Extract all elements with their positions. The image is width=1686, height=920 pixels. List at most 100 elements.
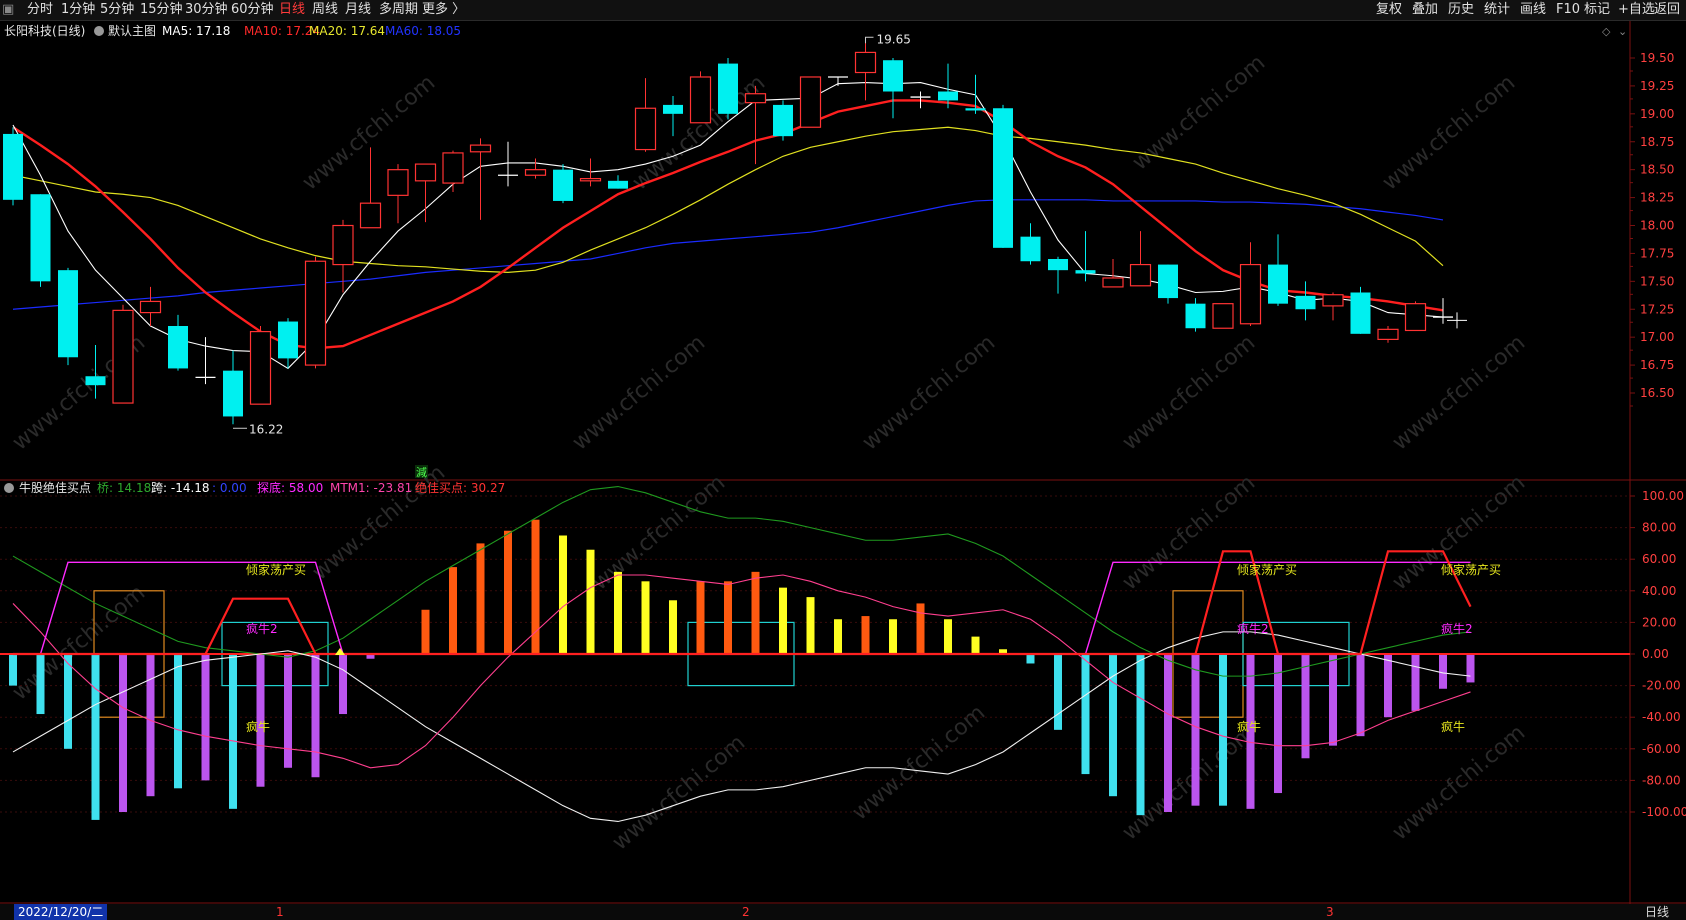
watermark-text: www.cfchi.com <box>1388 720 1530 845</box>
back-button[interactable]: 返回 <box>1654 0 1680 20</box>
indicator-bar <box>449 567 457 654</box>
watermark-text: www.cfchi.com <box>1378 70 1520 195</box>
candle-body-up <box>579 178 602 182</box>
top-toolbar: ▣ 分时 1分钟 5分钟 15分钟 30分钟 60分钟 日线 周线 月线 多周期… <box>0 0 1686 21</box>
price-tick-label: 18.75 <box>1640 135 1674 149</box>
indicator-bar <box>669 600 677 654</box>
period-tab-15min[interactable]: 15分钟 <box>140 0 183 20</box>
fuquan-button[interactable]: 复权 <box>1376 0 1402 20</box>
period-tab-1min[interactable]: 1分钟 <box>61 0 95 20</box>
period-tab-weekly[interactable]: 周线 <box>312 0 338 20</box>
price-tick-label: 17.00 <box>1640 330 1674 344</box>
indicator-bar <box>944 619 952 654</box>
watermark-text: www.cfchi.com <box>1128 50 1270 175</box>
annotation-fengniu-1: 疯牛 <box>246 719 270 734</box>
indicator-bar <box>9 654 17 686</box>
candle-body-up <box>689 76 712 124</box>
candlesticks <box>3 36 1467 429</box>
indicator-bar <box>421 609 430 654</box>
diamond-icon[interactable]: ◇ <box>1602 25 1611 38</box>
period-tab-monthly[interactable]: 月线 <box>345 0 371 20</box>
indicator-bar <box>1329 654 1337 746</box>
indicator-title[interactable]: 牛股绝佳买点 <box>19 480 91 495</box>
watermark-text: www.cfchi.com <box>308 460 450 585</box>
candle-body-up <box>139 300 162 314</box>
overlay-button[interactable]: 叠加 <box>1412 0 1438 20</box>
indicator-bar <box>916 603 925 654</box>
indicator-bar <box>1219 654 1227 806</box>
f10-button[interactable]: F10 <box>1556 0 1580 20</box>
candle-body-up <box>414 163 437 182</box>
annotation-fengniu2-2: 疯牛2 <box>1237 621 1269 636</box>
param-tandi: 探底: 58.00 <box>257 480 323 495</box>
sub-tick-label: 60.00 <box>1642 552 1676 566</box>
price-tick-label: 19.50 <box>1640 51 1674 65</box>
indicator-bar <box>1274 654 1282 794</box>
watermark-text: www.cfchi.com <box>568 330 710 455</box>
candle-body-up <box>1377 328 1399 341</box>
indicator-bar <box>861 616 870 654</box>
indicator-bar <box>971 636 980 654</box>
annotation-fengniu2-1: 疯牛2 <box>246 621 278 636</box>
candle-body-up <box>112 309 134 404</box>
month-mark-3: 3 <box>1326 905 1334 919</box>
annotation-fengniu-3: 疯牛 <box>1441 719 1465 734</box>
period-tab-daily[interactable]: 日线 <box>279 0 305 20</box>
period-label[interactable]: 日线 <box>1645 904 1669 920</box>
stock-title: 长阳科技(日线) <box>4 24 85 38</box>
ma60-line <box>12 199 1444 310</box>
indicator-bar <box>174 654 182 789</box>
period-tab-60min[interactable]: 60分钟 <box>231 0 274 20</box>
indicator-bar <box>36 654 45 715</box>
high-pointer <box>865 36 874 44</box>
candle-body-up <box>854 51 877 74</box>
sub-tick-label: 40.00 <box>1642 584 1676 598</box>
indicator-bar <box>779 587 787 654</box>
indicator-bar <box>1301 654 1310 759</box>
price-tick-label: 17.25 <box>1640 302 1674 316</box>
buy-arrow-icon <box>335 648 345 655</box>
indicator-dropdown-icon[interactable] <box>4 483 14 493</box>
cursor-date: 2022/12/20/二 <box>14 904 108 920</box>
candle-body-up <box>332 224 354 266</box>
menu-icon[interactable]: ▣ <box>2 0 14 20</box>
low-price-label: 16.22 <box>249 422 283 436</box>
template-dropdown-icon[interactable] <box>94 26 104 36</box>
period-tab-more[interactable]: 更多 〉 <box>422 0 465 20</box>
month-mark-2: 2 <box>742 905 750 919</box>
ma20-line <box>12 126 1444 274</box>
price-tick-label: 18.50 <box>1640 163 1674 177</box>
candle-body-up <box>1129 263 1152 287</box>
candle-body-up <box>1212 303 1234 329</box>
candle-body-down <box>553 169 573 201</box>
period-tab-fenshi[interactable]: 分时 <box>27 0 53 20</box>
price-tick-label: 19.00 <box>1640 107 1674 121</box>
template-name[interactable]: 默认主图 <box>108 23 156 38</box>
indicator-bar <box>559 535 567 654</box>
ma60-label: MA60: 18.05 <box>385 24 461 38</box>
high-price-label: 19.65 <box>877 32 911 46</box>
history-button[interactable]: 历史 <box>1448 0 1474 20</box>
indicator-bar <box>641 581 650 654</box>
indicator-bar <box>614 571 622 654</box>
scroll-handle-icon[interactable]: ⌄ <box>1618 25 1627 38</box>
mark-button[interactable]: 标记 <box>1584 0 1610 20</box>
period-tab-multi[interactable]: 多周期 <box>379 0 418 20</box>
candle-body-up <box>359 202 382 229</box>
period-tab-30min[interactable]: 30分钟 <box>185 0 228 20</box>
indicator-bar <box>311 654 320 778</box>
candle-body-down <box>168 326 188 369</box>
sub-tick-label: -100.00 <box>1642 805 1686 819</box>
candle-body-down <box>223 370 243 417</box>
indicator-bar <box>1384 654 1392 718</box>
kline-chart-area[interactable]: www.cfchi.com www.cfchi.com www.cfchi.com w… <box>0 21 1686 904</box>
candle-body-down <box>1185 303 1206 329</box>
add-watchlist-button[interactable]: +自选 <box>1618 0 1655 20</box>
indicator-bar <box>91 654 100 820</box>
indicator-bar <box>476 543 485 654</box>
ma5-label: MA5: 17.18 <box>162 24 230 38</box>
period-tab-5min[interactable]: 5分钟 <box>100 0 134 20</box>
sub-tick-label: -60.00 <box>1642 742 1681 756</box>
stats-button[interactable]: 统计 <box>1484 0 1510 20</box>
draw-button[interactable]: 画线 <box>1520 0 1546 20</box>
